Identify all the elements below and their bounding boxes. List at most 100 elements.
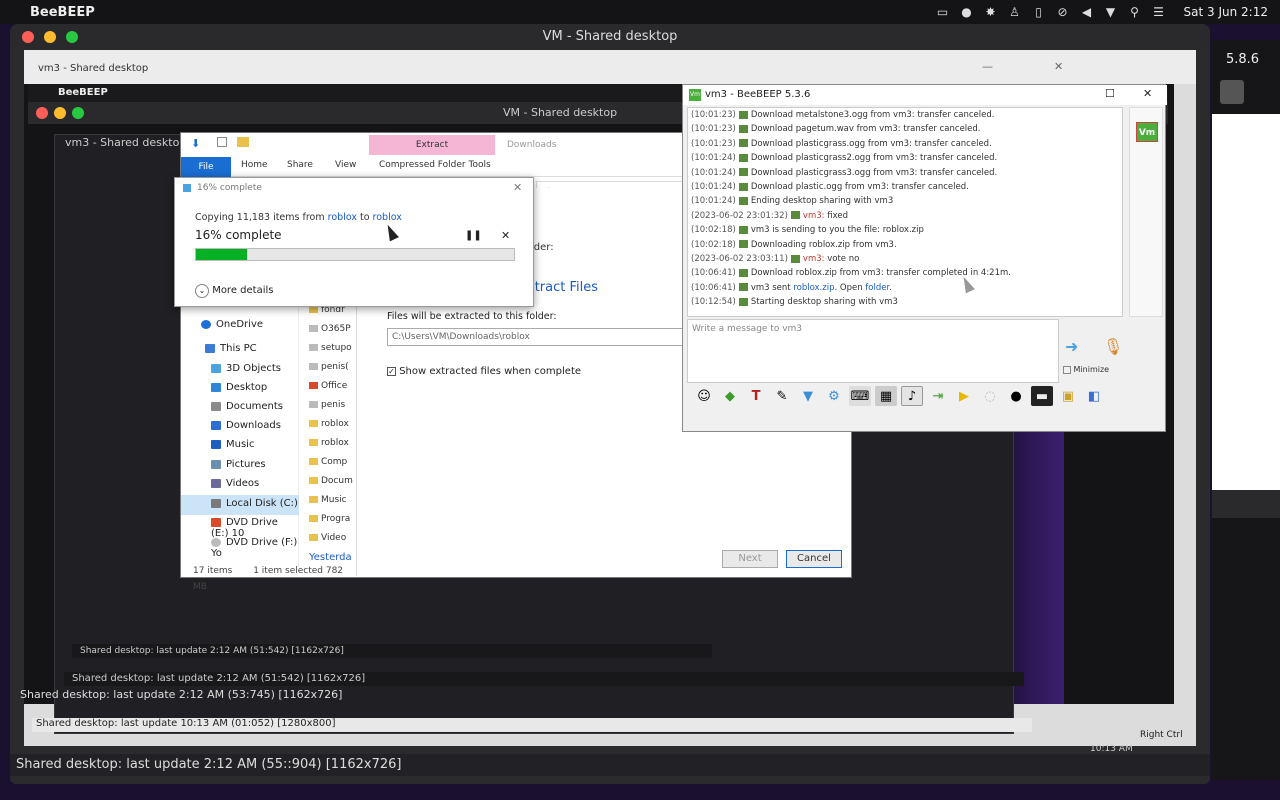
emoticon-icon[interactable]: ☺ (693, 386, 715, 406)
share-desktop-icon[interactable]: ▬ (1031, 386, 1053, 406)
more-details-toggle[interactable]: ⌄ More details (195, 284, 273, 298)
dialog-close-icon[interactable]: ✕ (513, 181, 522, 194)
list-item[interactable]: Progra (309, 510, 355, 529)
zoom-button[interactable] (66, 31, 78, 43)
nav-item-dvd-f[interactable]: DVD Drive (F:) Yo (211, 537, 298, 559)
chat-log[interactable]: (10:01:23) Download metalstone3.ogg from … (687, 107, 1123, 317)
details-icon[interactable]: ◧ (1083, 386, 1105, 406)
volume-icon[interactable]: ◀ (1080, 5, 1094, 19)
chevron-down-icon[interactable]: ⌄ (195, 284, 209, 298)
message-input[interactable]: Write a message to vm3 (687, 319, 1059, 383)
file-link[interactable]: roblox.zip (793, 283, 834, 293)
trash-icon[interactable] (1220, 80, 1244, 104)
list-item[interactable]: roblox (309, 434, 355, 453)
list-item[interactable]: Office (309, 377, 355, 396)
menubar-clock[interactable]: Sat 3 Jun 2:12 (1184, 5, 1268, 19)
nav-item-dvd-e[interactable]: DVD Drive (E:) 10 (211, 517, 298, 539)
clipboard-icon[interactable]: ▯ (1032, 5, 1046, 19)
nav-item-this-pc[interactable]: This PC (205, 343, 257, 354)
send-file-icon[interactable]: ⇥ (927, 386, 949, 406)
search-icon[interactable]: ⚲ (1128, 5, 1142, 19)
cancel-copy-icon[interactable]: ✕ (501, 229, 510, 242)
send-icon[interactable]: ➜ (1065, 337, 1078, 356)
list-item[interactable]: setupo (309, 339, 355, 358)
folder-icon (309, 458, 318, 465)
minimize-button[interactable] (44, 31, 56, 43)
screenshot-icon[interactable]: ▦ (875, 386, 897, 406)
destination-link[interactable]: roblox (373, 212, 402, 223)
nav-item-desktop[interactable]: Desktop (211, 382, 267, 393)
filter-icon[interactable]: ▼ (797, 386, 819, 406)
microphone-icon[interactable]: 🎙 (1103, 337, 1123, 356)
active-app-name[interactable]: BeeBEEP (30, 5, 95, 20)
minimize-checkbox[interactable]: Minimize (1063, 365, 1109, 374)
tab-view[interactable]: View (335, 160, 356, 170)
tab-home[interactable]: Home (241, 160, 268, 170)
list-item[interactable]: Video (309, 529, 355, 548)
settings-icon[interactable]: ⚙ (823, 386, 845, 406)
folder-icon (309, 496, 318, 503)
tab-file[interactable]: File (181, 157, 231, 177)
checkbox-icon[interactable] (217, 137, 227, 147)
destination-input[interactable]: C:\Users\VM\Downloads\roblox (387, 328, 717, 346)
close-button[interactable] (22, 31, 34, 43)
keyboard-icon[interactable]: ⌨ (849, 386, 871, 406)
log-text: fixed (824, 210, 848, 221)
chat-toolbar: ☺ ◆ T ✎ ▼ ⚙ ⌨ ▦ ♪ ⇥ ▶ ◌ ● ▬ ▣ ◧ (687, 383, 1163, 409)
nav-item-documents[interactable]: Documents (211, 401, 283, 412)
window-titlebar[interactable]: VM - Shared desktop (10, 24, 1210, 50)
music-note-icon[interactable]: ♪ (901, 386, 923, 406)
source-link[interactable]: roblox (328, 212, 357, 223)
list-item[interactable]: penis( (309, 358, 355, 377)
nav-item-pictures[interactable]: Pictures (211, 459, 266, 470)
list-item[interactable]: penis (309, 396, 355, 415)
battery-icon[interactable]: ▭ (936, 5, 950, 19)
tab-extract[interactable]: Extract (369, 135, 495, 155)
log-text: Download pagetum.wav from vm3: transfer … (750, 124, 981, 135)
cancel-button[interactable]: Cancel (786, 550, 842, 568)
contacts-icon[interactable]: ♙ (1008, 5, 1022, 19)
muted-bell-icon[interactable]: ⊘ (1056, 5, 1070, 19)
image-icon[interactable]: ▣ (1057, 386, 1079, 406)
chat-maximize-icon[interactable]: ☐ (1105, 87, 1115, 100)
nav-item-downloads[interactable]: Downloads (211, 420, 281, 431)
pause-button[interactable]: ❚❚ (465, 230, 482, 241)
user-icon[interactable]: ● (960, 5, 974, 19)
nested-minimize-icon[interactable]: — (982, 60, 993, 73)
nav-item-local-disk[interactable]: Local Disk (C:) (211, 498, 298, 509)
show-files-checkbox[interactable]: ✓ Show extracted files when complete (387, 366, 581, 377)
tab-share[interactable]: Share (287, 160, 313, 170)
wizard-folder-partial: lder: (531, 242, 554, 253)
folder-icon[interactable] (237, 137, 249, 147)
list-item[interactable]: O365P (309, 320, 355, 339)
next-button[interactable]: Next (722, 550, 778, 568)
bee-icon[interactable]: ◆ (719, 386, 741, 406)
color-icon[interactable]: ✎ (771, 386, 793, 406)
control-center-icon[interactable]: ☰ (1152, 5, 1166, 19)
record-icon[interactable]: ● (1005, 386, 1027, 406)
log-text: . (889, 282, 892, 293)
nav-item-videos[interactable]: Videos (211, 478, 259, 489)
list-item[interactable]: Comp (309, 453, 355, 472)
vm-user-avatar[interactable]: Vm (1136, 122, 1158, 142)
nested-close-icon[interactable]: ✕ (1054, 60, 1063, 73)
chat-bubble-icon[interactable]: ◌ (979, 386, 1001, 406)
nav-item-onedrive[interactable]: OneDrive (201, 319, 263, 330)
nav-item-music[interactable]: Music (211, 439, 254, 450)
wifi-icon[interactable]: ▼ (1104, 5, 1118, 19)
folder-send-icon[interactable]: ▶ (953, 386, 975, 406)
nested-titlebar-vm3: vm3 - Shared desktop — ✕ (24, 50, 1196, 84)
chat-titlebar[interactable]: Vm vm3 - BeeBEEP 5.3.6 ☐ ✕ (683, 85, 1167, 105)
bee-icon[interactable]: ✸ (984, 5, 998, 19)
list-item[interactable]: Music (309, 491, 355, 510)
list-item[interactable]: roblox (309, 415, 355, 434)
chat-close-icon[interactable]: ✕ (1143, 87, 1152, 100)
checkbox-checked-icon[interactable]: ✓ (387, 366, 396, 376)
tab-compressed-folder-tools[interactable]: Compressed Folder Tools (379, 160, 491, 170)
folder-icon (309, 306, 318, 313)
nav-item-3d-objects[interactable]: 3D Objects (211, 363, 281, 374)
list-item[interactable]: Docum (309, 472, 355, 491)
folder-link[interactable]: folder (865, 283, 889, 293)
font-icon[interactable]: T (745, 386, 767, 406)
down-arrow-icon[interactable]: ⬇ (191, 137, 203, 150)
